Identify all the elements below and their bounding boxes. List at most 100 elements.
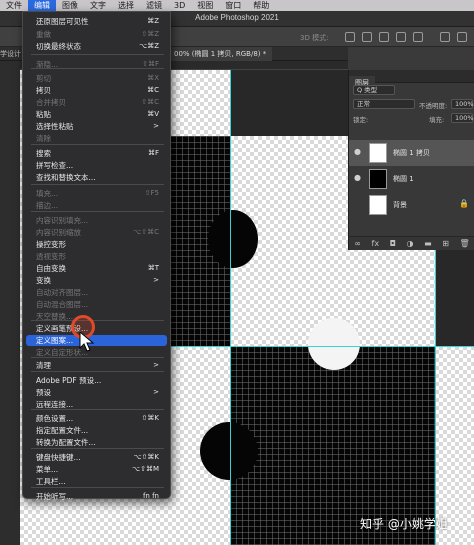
edit-menu-item[interactable]: 还原图层可见性 ⌘Z: [26, 16, 167, 27]
previous-doc-tab[interactable]: 学设计: [0, 49, 21, 59]
edit-menu-item[interactable]: 转换为配置文件...: [26, 437, 167, 448]
layers-panel-footer: ∞ fx ◘ ◑ ▬ ⊞ 🗑: [349, 236, 474, 250]
menu-item-shortcut: ⌘V: [147, 110, 159, 118]
edit-menu-item[interactable]: 变换 >: [26, 275, 167, 286]
menu-separator: [31, 144, 164, 145]
edit-menu-item[interactable]: 远程连接...: [26, 399, 167, 410]
link-icon[interactable]: ∞: [354, 239, 361, 248]
layer-background[interactable]: 背景 🔒: [349, 192, 474, 218]
edit-menu-item[interactable]: 指定配置文件...: [26, 425, 167, 436]
menu-item-label: 选择性粘贴: [36, 122, 74, 131]
lock-icon: 🔒: [459, 199, 469, 208]
fill-input[interactable]: 100%: [451, 113, 474, 123]
menu-item-shortcut: ⌘Z: [147, 17, 159, 25]
menu-filter[interactable]: 滤镜: [140, 0, 168, 11]
menu-item-label: 还原图层可见性: [36, 17, 89, 26]
tools-panel: [0, 61, 20, 545]
menu-item-label: 自动对齐图层...: [36, 288, 89, 297]
edit-menu-item: 内容识别填充...: [26, 215, 167, 226]
photoshop-window: { "menubar": { "items": ["文件", "编辑", "图像…: [0, 0, 474, 545]
roll-icon[interactable]: [362, 32, 372, 42]
eye-icon[interactable]: ●: [354, 174, 362, 182]
menu-item-shortcut: >: [153, 388, 159, 396]
opacity-label: 不透明度:: [419, 102, 448, 110]
active-doc-tab[interactable]: 00% (椭圆 1 拷贝, RGB/8) *: [168, 47, 273, 61]
edit-menu-item[interactable]: 预设 >: [26, 387, 167, 398]
menu-file[interactable]: 文件: [0, 0, 28, 11]
scale-icon[interactable]: [413, 32, 423, 42]
trash-icon[interactable]: 🗑: [459, 239, 469, 248]
edit-menu-item[interactable]: 选择性粘贴 >: [26, 121, 167, 132]
menu-item-label: 远程连接...: [36, 400, 74, 409]
mouse-pointer-icon: [79, 331, 95, 352]
guide-vertical-1[interactable]: [230, 70, 231, 545]
layers-panel: 图层 Q 类型 正常 不透明度: 100% 锁定: 填充: 100% ● 椭圆 …: [348, 70, 474, 250]
edit-menu-item[interactable]: 菜单... ⌥⇧⌘M: [26, 464, 167, 475]
search-icon[interactable]: [440, 32, 450, 42]
opacity-input[interactable]: 100%: [451, 99, 474, 109]
menu-item-label: 内容识别填充...: [36, 216, 89, 225]
edit-menu-item[interactable]: Adobe PDF 预设...: [26, 375, 167, 386]
edit-menu-item[interactable]: 拷贝 ⌘C: [26, 85, 167, 96]
menu-view[interactable]: 视图: [191, 0, 219, 11]
menu-separator: [31, 211, 164, 212]
menu-item-shortcut: fn fn: [142, 492, 159, 500]
3d-mode-label: 3D 模式:: [300, 34, 329, 42]
edit-menu-item[interactable]: 开始听写... fn fn: [26, 491, 167, 502]
edit-menu-item[interactable]: 切换最终状态 ⌥⌘Z: [26, 41, 167, 52]
workspace-icon[interactable]: [457, 32, 467, 42]
menu-edit[interactable]: 编辑: [28, 0, 56, 11]
menu-item-label: 合并拷贝: [36, 98, 66, 107]
edit-menu-item[interactable]: 定义图案...: [26, 335, 167, 346]
menu-item-shortcut: ⌥⌘Z: [139, 42, 159, 50]
menu-separator: [31, 448, 164, 449]
layer-ellipse-1-copy[interactable]: ● 椭圆 1 拷贝: [349, 140, 474, 166]
menu-item-shortcut: ⌥⇧⌘C: [133, 228, 159, 236]
fx-icon[interactable]: fx: [372, 239, 380, 248]
layer-filter-select[interactable]: Q 类型: [353, 85, 395, 95]
edit-menu-item[interactable]: 拼写检查...: [26, 160, 167, 171]
menu-select[interactable]: 选择: [112, 0, 140, 11]
menu-window[interactable]: 窗口: [219, 0, 247, 11]
menu-separator: [31, 371, 164, 372]
edit-menu-item: 重做 ⇧⌘Z: [26, 29, 167, 40]
edit-menu-item: 合并拷贝 ⇧⌘C: [26, 97, 167, 108]
menu-item-shortcut: ⇧⌘K: [141, 414, 159, 422]
layer-thumbnail: [369, 143, 387, 163]
edit-menu-item[interactable]: 定义画笔预设...: [26, 323, 167, 334]
edit-menu-dropdown: 还原图层可见性 ⌘Z 重做 ⇧⌘Z 切换最终状态 ⌥⌘Z 渐隐... ⇧⌘F 剪切 ⌘X 拷贝 ⌘C 合…: [22, 11, 171, 502]
folder-icon[interactable]: ▬: [424, 239, 432, 248]
menu-help[interactable]: 帮助: [247, 0, 275, 11]
edit-menu-item[interactable]: 自由变换 ⌘T: [26, 263, 167, 274]
layer-thumbnail: [369, 169, 387, 189]
edit-menu-item[interactable]: 工具栏...: [26, 476, 167, 487]
eye-icon[interactable]: ●: [354, 148, 362, 156]
layer-name: 椭圆 1: [393, 175, 414, 183]
edit-menu-item[interactable]: 操控变形: [26, 239, 167, 250]
blend-mode-select[interactable]: 正常: [353, 99, 415, 109]
mask-icon[interactable]: ◘: [390, 239, 396, 248]
layer-ellipse-1[interactable]: ● 椭圆 1: [349, 166, 474, 192]
pan-icon[interactable]: [379, 32, 389, 42]
edit-menu-item[interactable]: 颜色设置... ⇧⌘K: [26, 413, 167, 424]
menu-item-label: 自动混合图层...: [36, 300, 89, 309]
edit-menu-item[interactable]: 清理 >: [26, 360, 167, 371]
menu-type[interactable]: 文字: [84, 0, 112, 11]
edit-menu-item[interactable]: 查找和替换文本...: [26, 172, 167, 183]
menu-item-label: 定义图案...: [36, 336, 74, 345]
slide-icon[interactable]: [396, 32, 406, 42]
menu-3d[interactable]: 3D: [168, 0, 191, 11]
menu-item-label: 拷贝: [36, 86, 51, 95]
menu-item-label: 切换最终状态: [36, 42, 81, 51]
menu-item-label: 开始听写...: [36, 492, 74, 501]
edit-menu-item[interactable]: 粘贴 ⌘V: [26, 109, 167, 120]
menu-item-shortcut: ⇧F5: [144, 189, 159, 197]
layers-blend-row: 正常 不透明度: 100%: [349, 97, 474, 111]
menu-item-shortcut: ⌘T: [147, 264, 159, 272]
orbit-icon[interactable]: [345, 32, 355, 42]
adjustment-icon[interactable]: ◑: [407, 239, 414, 248]
edit-menu-item[interactable]: 搜索 ⌘F: [26, 148, 167, 159]
edit-menu-item[interactable]: 键盘快捷键... ⌥⇧⌘K: [26, 452, 167, 463]
menu-image[interactable]: 图像: [56, 0, 84, 11]
new-layer-icon[interactable]: ⊞: [442, 239, 449, 248]
